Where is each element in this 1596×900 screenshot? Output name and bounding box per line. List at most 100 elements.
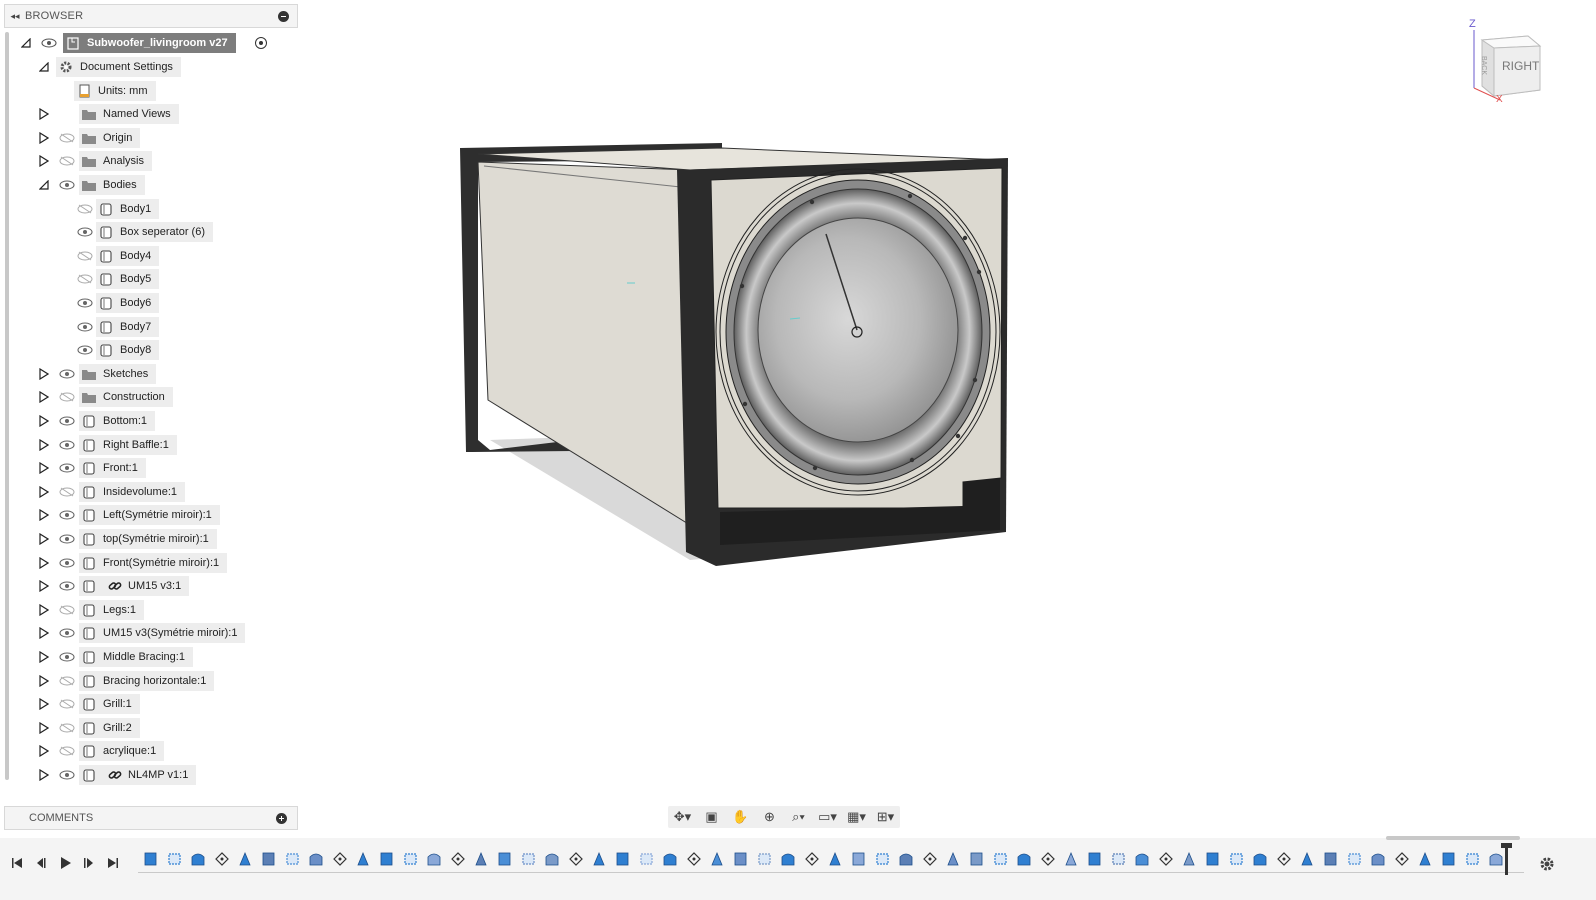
timeline-feature-icon[interactable]	[1370, 851, 1386, 867]
tree-item[interactable]: Bodies	[79, 175, 145, 195]
tree-item[interactable]: Bottom:1	[79, 411, 156, 431]
tree-row[interactable]: acrylique:1	[0, 741, 300, 762]
tree-item[interactable]: UM15 v3:1	[79, 576, 190, 597]
tree-item[interactable]: Insidevolume:1	[79, 481, 185, 502]
go-to-end-icon[interactable]	[104, 854, 122, 872]
play-icon[interactable]	[56, 854, 74, 872]
hidden-eye-icon[interactable]	[58, 674, 76, 688]
tree-row[interactable]: Construction	[0, 387, 300, 408]
expand-triangle-icon[interactable]	[37, 650, 51, 664]
hidden-eye-icon[interactable]	[58, 390, 76, 404]
comments-panel[interactable]: COMMENTS	[4, 806, 298, 830]
timeline-feature-icon[interactable]	[450, 851, 466, 867]
tree-row[interactable]: Body8	[0, 340, 300, 361]
expand-triangle-icon[interactable]	[37, 367, 51, 381]
visibility-eye-icon[interactable]	[58, 768, 76, 782]
expand-triangle-icon[interactable]	[37, 744, 51, 758]
tree-item[interactable]: Front(Symétrie miroir):1	[79, 552, 228, 573]
expand-triangle-icon[interactable]	[37, 626, 51, 640]
visibility-eye-icon[interactable]	[76, 320, 94, 334]
viewcube-face-right[interactable]: RIGHT	[1502, 59, 1539, 73]
tree-item[interactable]: Middle Bracing:1	[79, 647, 193, 667]
timeline-feature-icon[interactable]	[1488, 851, 1504, 867]
look-at-icon[interactable]: ▣	[701, 808, 723, 826]
timeline-feature-icon[interactable]	[1299, 851, 1315, 867]
timeline-feature-icon[interactable]	[922, 851, 938, 867]
canvas-viewport[interactable]	[300, 30, 1460, 800]
tree-row[interactable]: Body6	[0, 293, 300, 313]
hidden-eye-icon[interactable]	[76, 249, 94, 263]
timeline-feature-icon[interactable]	[1040, 851, 1056, 867]
tree-item[interactable]: Legs:1	[79, 599, 145, 620]
tree-item[interactable]: Origin	[79, 127, 141, 148]
timeline-feature-icon[interactable]	[945, 851, 961, 867]
tree-item[interactable]: Grill:1	[79, 694, 140, 715]
tree-item[interactable]: UM15 v3(Symétrie miroir):1	[79, 623, 246, 644]
tree-item[interactable]: Construction	[79, 387, 173, 408]
tree-row[interactable]: Box seperator (6)	[0, 222, 300, 243]
tree-row[interactable]: Body4	[0, 245, 300, 266]
go-to-start-icon[interactable]	[8, 854, 26, 872]
activate-radio-icon[interactable]	[255, 37, 267, 49]
hidden-eye-icon[interactable]	[58, 744, 76, 758]
timeline-feature-icon[interactable]	[214, 851, 230, 867]
visibility-eye-icon[interactable]	[58, 626, 76, 640]
visibility-eye-icon[interactable]	[58, 532, 76, 546]
timeline-feature-icon[interactable]	[1276, 851, 1292, 867]
tree-row[interactable]: Named Views	[0, 104, 300, 125]
hidden-eye-icon[interactable]	[58, 721, 76, 735]
timeline-feature-icon[interactable]	[1181, 851, 1197, 867]
timeline-feature-icon[interactable]	[379, 851, 395, 867]
visibility-eye-icon[interactable]	[58, 650, 76, 664]
fit-icon[interactable]: ⌕▾	[788, 808, 810, 826]
tree-item[interactable]: Body6	[96, 293, 160, 313]
timeline-feature-icon[interactable]	[1417, 851, 1433, 867]
timeline-feature-icon[interactable]	[851, 851, 867, 867]
expand-triangle-icon[interactable]	[37, 508, 51, 522]
tree-item[interactable]: Bracing horizontale:1	[79, 670, 215, 691]
hidden-eye-icon[interactable]	[58, 131, 76, 145]
collapse-triangle-icon[interactable]	[19, 36, 33, 50]
timeline-feature-icon[interactable]	[1441, 851, 1457, 867]
timeline-feature-icon[interactable]	[733, 851, 749, 867]
visibility-eye-icon[interactable]	[58, 414, 76, 428]
step-back-icon[interactable]	[32, 854, 50, 872]
timeline-feature-icon[interactable]	[1063, 851, 1079, 867]
expand-triangle-icon[interactable]	[37, 154, 51, 168]
add-comment-icon[interactable]	[276, 813, 287, 824]
expand-triangle-icon[interactable]	[37, 390, 51, 404]
expand-triangle-icon[interactable]	[37, 721, 51, 735]
tree-row[interactable]: Middle Bracing:1	[0, 647, 300, 667]
visibility-eye-icon[interactable]	[76, 343, 94, 357]
visibility-eye-icon[interactable]	[76, 225, 94, 239]
tree-row[interactable]: Body1	[0, 198, 300, 219]
timeline-feature-icon[interactable]	[332, 851, 348, 867]
timeline-scrollbar[interactable]	[1386, 836, 1520, 840]
hidden-eye-icon[interactable]	[58, 485, 76, 499]
hidden-eye-icon[interactable]	[58, 603, 76, 617]
timeline-feature-icon[interactable]	[1465, 851, 1481, 867]
timeline-feature-icon[interactable]	[497, 851, 513, 867]
tree-item[interactable]: Front:1	[79, 458, 146, 479]
expand-triangle-icon[interactable]	[37, 579, 51, 593]
root-row[interactable]: Subwoofer_livingroom v27	[0, 33, 300, 53]
timeline-feature-icon[interactable]	[993, 851, 1009, 867]
expand-triangle-icon[interactable]	[37, 603, 51, 617]
hidden-eye-icon[interactable]	[76, 202, 94, 216]
tree-item[interactable]: Body5	[96, 269, 160, 290]
visibility-eye-icon[interactable]	[76, 296, 94, 310]
zoom-icon[interactable]: ⊕	[759, 808, 781, 826]
tree-row[interactable]: Left(Symétrie miroir):1	[0, 505, 300, 526]
viewcube[interactable]: RIGHT BACK Z X	[1464, 18, 1548, 110]
timeline-feature-icon[interactable]	[875, 851, 891, 867]
hidden-eye-icon[interactable]	[76, 272, 94, 286]
timeline-marker[interactable]	[1501, 843, 1512, 875]
tree-item[interactable]: top(Symétrie miroir):1	[79, 529, 217, 549]
timeline-feature-icon[interactable]	[686, 851, 702, 867]
hidden-eye-icon[interactable]	[58, 697, 76, 711]
tree-row[interactable]: UM15 v3:1	[0, 576, 300, 597]
tree-item[interactable]: NL4MP v1:1	[79, 765, 197, 785]
tree-item[interactable]: Box seperator (6)	[96, 222, 213, 243]
viewcube-face-back[interactable]: BACK	[1480, 56, 1487, 75]
tree-item[interactable]: Right Baffle:1	[79, 434, 177, 455]
